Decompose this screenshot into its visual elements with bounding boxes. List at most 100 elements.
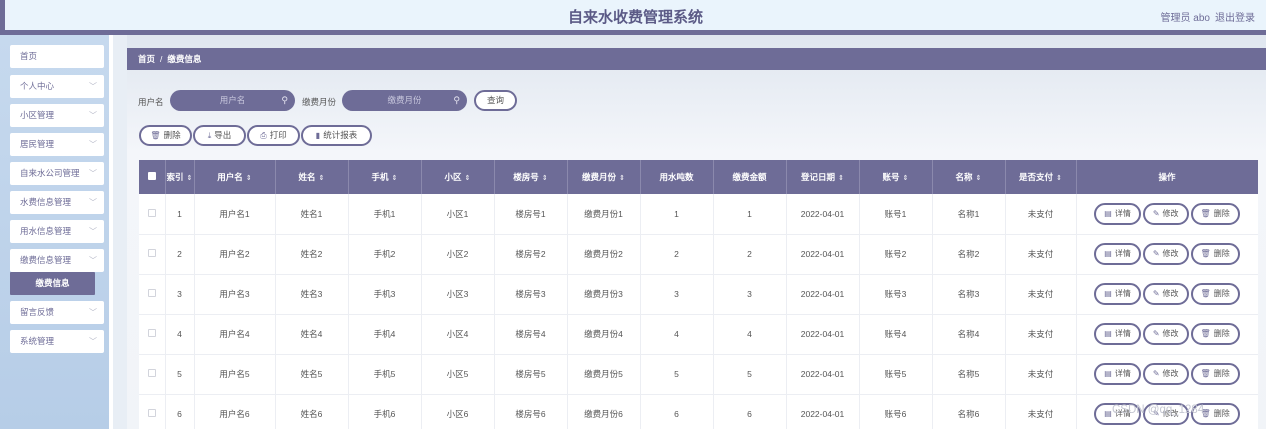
trash-icon: 🗑	[1200, 289, 1211, 298]
sort-icon[interactable]: ⇕	[392, 175, 398, 182]
bar-chart-icon: ▮	[315, 131, 321, 140]
logout-link[interactable]: 退出登录	[1215, 9, 1255, 24]
batch-delete-button[interactable]: 🗑 删除	[139, 125, 192, 146]
edit-button[interactable]: ✎ 修改	[1142, 363, 1189, 385]
detail-button-label: 详情	[1114, 249, 1131, 258]
trash-icon: 🗑	[1200, 329, 1211, 338]
edit-button[interactable]: ✎ 修改	[1142, 283, 1189, 305]
column-header-phone[interactable]: 手机 ⇕	[348, 160, 422, 194]
table-cell: 姓名1	[275, 194, 349, 235]
column-header-register-date[interactable]: 登记日期 ⇕	[786, 160, 860, 194]
sidebar-item-community[interactable]: 小区管理 ﹀	[10, 104, 104, 127]
sidebar-item-feedback[interactable]: 留言反馈 ﹀	[10, 301, 104, 324]
sort-icon[interactable]: ⇕	[619, 175, 625, 182]
sort-icon[interactable]: ⇕	[838, 175, 844, 182]
sidebar-item-home[interactable]: 首页	[10, 45, 104, 68]
pencil-icon: ✎	[1152, 289, 1160, 298]
column-header-name[interactable]: 姓名 ⇕	[275, 160, 349, 194]
chevron-down-icon: ﹀	[89, 169, 97, 178]
table-cell: 未支付	[1005, 354, 1077, 395]
column-header-username[interactable]: 用户名 ⇕	[194, 160, 276, 194]
month-search-input[interactable]: 缴费月份 ⚲	[342, 90, 467, 111]
table-cell: 名称5	[932, 354, 1006, 395]
statistics-report-button[interactable]: ▮ 统计报表	[301, 125, 372, 146]
document-icon: ▤	[1104, 369, 1112, 378]
detail-button[interactable]: ▤ 详情	[1094, 283, 1141, 305]
sidebar-item-personal-center[interactable]: 个人中心 ﹀	[10, 75, 104, 98]
delete-button[interactable]: 🗑 删除	[1190, 283, 1240, 305]
detail-button[interactable]: ▤ 详情	[1094, 243, 1141, 265]
table-cell: 4	[165, 314, 195, 355]
pencil-icon: ✎	[1152, 329, 1160, 338]
payment-table: 索引 ⇕ 用户名 ⇕ 姓名 ⇕ 手机 ⇕ 小区 ⇕ 楼房号 ⇕ 缴费月份 ⇕ 用水吨数 缴费金…	[139, 160, 1258, 429]
table-cell: 名称4	[932, 314, 1006, 355]
row-actions: ▤ 详情 ✎ 修改 🗑 删除	[1076, 194, 1258, 235]
detail-button[interactable]: ▤ 详情	[1094, 202, 1141, 225]
sort-icon[interactable]: ⇕	[903, 175, 909, 182]
chevron-down-icon: ﹀	[89, 256, 97, 265]
delete-button[interactable]: 🗑 删除	[1190, 202, 1240, 225]
edit-button[interactable]: ✎ 修改	[1142, 243, 1189, 265]
document-icon: ▤	[1104, 289, 1112, 298]
detail-button[interactable]: ▤ 详情	[1094, 363, 1141, 385]
table-cell: 2	[713, 234, 787, 275]
table-cell: 3	[713, 274, 787, 315]
table-cell: 2022-04-01	[786, 394, 860, 429]
row-checkbox[interactable]	[139, 274, 166, 315]
sidebar-item-water-company[interactable]: 自来水公司管理 ﹀	[10, 162, 104, 185]
table-cell: 未支付	[1005, 314, 1077, 355]
delete-button[interactable]: 🗑 删除	[1190, 323, 1240, 345]
sidebar-item-water-usage[interactable]: 用水信息管理 ﹀	[10, 220, 104, 243]
table-cell: 缴费月份5	[567, 354, 641, 395]
delete-button[interactable]: 🗑 删除	[1190, 363, 1240, 385]
sidebar: 首页 个人中心 ﹀ 小区管理 ﹀ 居民管理 ﹀ 自来水公司管理 ﹀ 水费信息管理 ﹀ 用水…	[0, 35, 113, 429]
chevron-down-icon: ﹀	[89, 227, 97, 236]
table-cell: 姓名3	[275, 274, 349, 315]
column-header-index: 索引 ⇕	[165, 160, 195, 194]
table-header-row: 索引 ⇕ 用户名 ⇕ 姓名 ⇕ 手机 ⇕ 小区 ⇕ 楼房号 ⇕ 缴费月份 ⇕ 用水吨数 缴费金…	[139, 160, 1258, 194]
sort-icon[interactable]: ⇕	[319, 175, 325, 182]
sort-icon[interactable]: ⇕	[976, 175, 982, 182]
sidebar-item-residents[interactable]: 居民管理 ﹀	[10, 133, 104, 156]
edit-button[interactable]: ✎ 修改	[1142, 323, 1189, 345]
detail-button[interactable]: ▤ 详情	[1094, 323, 1141, 345]
sort-icon[interactable]: ⇕	[246, 175, 252, 182]
column-header-community[interactable]: 小区 ⇕	[421, 160, 495, 194]
sort-icon[interactable]: ⇕	[187, 175, 193, 182]
table-cell: 小区4	[421, 314, 495, 355]
username-search-input[interactable]: 用户名 ⚲	[170, 90, 295, 111]
row-checkbox[interactable]	[139, 354, 166, 395]
sidebar-item-water-fee[interactable]: 水费信息管理 ﹀	[10, 191, 104, 214]
column-header-label: 操作	[1158, 172, 1176, 182]
sidebar-item-system[interactable]: 系统管理 ﹀	[10, 330, 104, 353]
current-user: 管理员 abo	[1160, 13, 1210, 24]
table-cell: 2022-04-01	[786, 234, 860, 275]
edit-button[interactable]: ✎ 修改	[1142, 202, 1189, 225]
sidebar-subitem-payment-info[interactable]: 缴费信息	[10, 272, 95, 295]
sidebar-item-payment[interactable]: 缴费信息管理 ﹀	[10, 249, 104, 272]
document-icon: ▤	[1104, 208, 1112, 218]
column-header-account[interactable]: 账号 ⇕	[859, 160, 933, 194]
column-header-title[interactable]: 名称 ⇕	[932, 160, 1006, 194]
month-filter-label: 缴费月份	[302, 97, 337, 107]
export-button[interactable]: ⤓ 导出	[193, 125, 246, 146]
sort-icon[interactable]: ⇕	[542, 175, 548, 182]
breadcrumb-home[interactable]: 首页	[138, 54, 155, 64]
row-checkbox[interactable]	[139, 394, 166, 429]
column-header-payment-month[interactable]: 缴费月份 ⇕	[567, 160, 641, 194]
table-cell: 账号5	[859, 354, 933, 395]
column-header-paid[interactable]: 是否支付 ⇕	[1005, 160, 1077, 194]
sort-icon[interactable]: ⇕	[1056, 175, 1062, 182]
print-button[interactable]: ⎙ 打印	[247, 125, 300, 146]
column-header-building[interactable]: 楼房号 ⇕	[494, 160, 568, 194]
query-button[interactable]: 查询	[474, 90, 517, 111]
sort-icon[interactable]: ⇕	[465, 175, 471, 182]
row-checkbox[interactable]	[139, 194, 166, 235]
row-checkbox[interactable]	[139, 314, 166, 355]
row-checkbox[interactable]	[139, 234, 166, 275]
delete-button[interactable]: 🗑 删除	[1190, 243, 1240, 265]
table-cell: 楼房号1	[494, 194, 568, 235]
sidebar-item-label: 居民管理	[20, 139, 55, 149]
select-all-checkbox[interactable]	[139, 160, 166, 194]
table-cell: 账号4	[859, 314, 933, 355]
